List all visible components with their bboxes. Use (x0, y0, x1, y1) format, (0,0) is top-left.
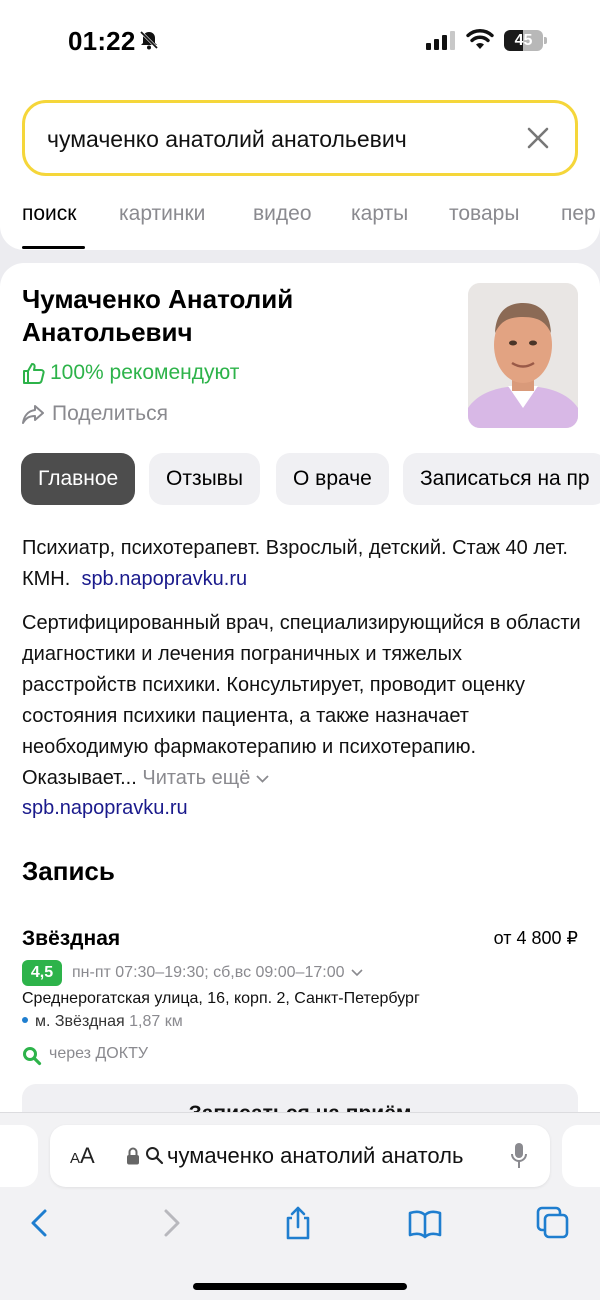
tab-maps[interactable]: карты (351, 202, 408, 226)
bell-muted-icon (139, 30, 159, 50)
read-more-label: Читать ещё (142, 767, 251, 789)
metro-station: м. Звёздная (35, 1013, 125, 1030)
doctor-name[interactable]: Чумаченко Анатолий Анатольевич (22, 283, 442, 349)
recommend-text: 100% рекомендуют (50, 361, 240, 384)
search-icon (146, 1147, 164, 1165)
chevron-down-icon (351, 969, 363, 977)
pill-reviews[interactable]: Отзывы (149, 453, 260, 505)
summary-source-link[interactable]: spb.napopravku.ru (81, 568, 247, 590)
rating-badge: 4,5 (22, 960, 62, 986)
clinic-metro: м. Звёздная 1,87 км (22, 1013, 183, 1031)
doctor-name-line2: Анатольевич (22, 317, 193, 347)
description-source-link[interactable]: spb.napopravku.ru (22, 797, 188, 820)
pill-about-doctor[interactable]: О враче (276, 453, 389, 505)
search-header: чумаченко анатолий анатольевич поиск кар… (0, 82, 600, 250)
search-tabs: поиск картинки видео карты товары пер (0, 198, 600, 250)
reader-settings-button[interactable]: AA (70, 1143, 95, 1169)
doctor-tabs: Главное Отзывы О враче Записаться на пр (0, 453, 600, 507)
thumbs-up-icon (23, 363, 45, 384)
microphone-icon[interactable] (510, 1142, 528, 1170)
metro-line-icon (22, 1016, 28, 1023)
pill-book[interactable]: Записаться на пр (403, 453, 600, 505)
search-icon (23, 1047, 42, 1066)
battery-icon: 45 (504, 30, 548, 51)
read-more-link[interactable]: Читать ещё (142, 767, 269, 789)
next-tab-preview[interactable] (562, 1125, 600, 1187)
doctor-name-line1: Чумаченко Анатолий (22, 284, 294, 314)
url-text[interactable]: чумаченко анатолий анатоль (167, 1143, 487, 1169)
doctor-summary: Психиатр, психотерапевт. Взрослый, детск… (22, 533, 582, 595)
doctor-portrait-image (468, 283, 578, 428)
provider-text: через ДОКТУ (49, 1045, 148, 1062)
description-text: Сертифицированный врач, специализирующий… (22, 612, 581, 789)
clinic-address: Среднерогатская улица, 16, корп. 2, Санк… (22, 990, 420, 1007)
clinic-name[interactable]: Звёздная (22, 927, 120, 951)
pill-main[interactable]: Главное (21, 453, 136, 505)
browser-toolbar: AA чумаченко анатолий анатоль (0, 1112, 600, 1300)
status-time: 01:22 (68, 26, 136, 56)
clinic-hours[interactable]: пн-пт 07:30–19:30; сб,вс 09:00–17:00 (72, 964, 363, 982)
tab-images[interactable]: картинки (119, 202, 205, 226)
doctor-photo[interactable] (468, 283, 578, 428)
hours-text: пн-пт 07:30–19:30; сб,вс 09:00–17:00 (72, 964, 345, 981)
share-icon[interactable] (280, 1205, 316, 1241)
tab-video[interactable]: видео (253, 202, 312, 226)
tab-products[interactable]: товары (449, 202, 519, 226)
chevron-down-icon (256, 775, 269, 783)
cellular-signal-icon (426, 31, 455, 50)
wifi-icon (466, 29, 494, 49)
booking-section-title: Запись (22, 856, 115, 886)
battery-level: 45 (514, 32, 533, 49)
forward-icon[interactable] (153, 1205, 189, 1241)
home-indicator (193, 1283, 407, 1290)
share-arrow-icon (22, 405, 44, 424)
back-icon[interactable] (22, 1205, 58, 1241)
tabs-icon[interactable] (535, 1205, 571, 1241)
clinic-price: от 4 800 ₽ (493, 928, 578, 948)
share-label: Поделиться (52, 402, 168, 425)
search-query[interactable]: чумаченко анатолий анатольевич (47, 126, 407, 153)
status-bar: 01:22 45 (0, 0, 600, 82)
address-bar[interactable]: AA чумаченко анатолий анатоль (50, 1125, 550, 1187)
previous-tab-preview[interactable] (0, 1125, 38, 1187)
tab-search[interactable]: поиск (22, 202, 76, 226)
bookmarks-icon[interactable] (407, 1205, 443, 1241)
doctor-description: Сертифицированный врач, специализирующий… (22, 608, 582, 794)
metro-distance: 1,87 км (129, 1013, 183, 1030)
doctor-card: Чумаченко Анатолий Анатольевич 100% реко… (0, 263, 600, 1123)
search-input[interactable]: чумаченко анатолий анатольевич (22, 100, 578, 176)
close-icon[interactable] (525, 125, 551, 151)
tab-more[interactable]: пер (561, 202, 596, 226)
lock-icon (127, 1147, 139, 1165)
active-tab-indicator (22, 246, 85, 249)
